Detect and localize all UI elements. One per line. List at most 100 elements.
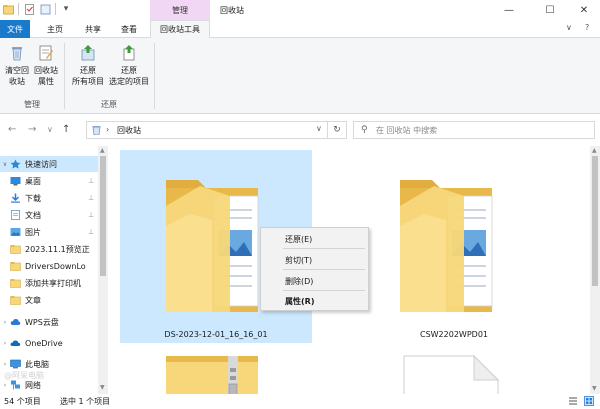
nav-pane-scrollbar[interactable] [98, 146, 108, 394]
nav-item-onedrive[interactable]: › OneDrive [0, 335, 98, 351]
watermark: @阿呆电脑 [4, 371, 44, 380]
collapse-ribbon-button[interactable]: ∨ [566, 23, 572, 32]
search-input[interactable]: ⚲ 在 回收站 中搜索 [353, 121, 595, 139]
content-scrollbar[interactable] [590, 146, 600, 394]
tab-recycle-bin-tools[interactable]: 回收站工具 [150, 20, 210, 38]
scroll-up-arrow[interactable]: ▲ [100, 147, 105, 154]
folder-icon [10, 245, 21, 254]
expand-chevron[interactable]: › [0, 382, 10, 389]
file-item-file[interactable] [358, 346, 550, 394]
status-bar: 54 个项目 选中 1 个项目 [0, 394, 600, 409]
network-icon [11, 380, 20, 390]
window-title: 回收站 [220, 6, 244, 15]
scrollbar-thumb[interactable] [592, 156, 598, 286]
star-icon [10, 159, 21, 169]
tab-view[interactable]: 查看 [112, 20, 146, 38]
expand-chevron[interactable]: › [0, 319, 10, 326]
tab-file[interactable]: 文件 [0, 20, 30, 38]
pin-icon: ⊥ [88, 211, 95, 219]
expand-chevron[interactable]: › [0, 340, 10, 347]
ribbon-tabs: 文件 主页 共享 查看 回收站工具 ∨ ? [0, 20, 600, 38]
restore-all-label-1: 还原 [80, 66, 96, 75]
nav-item-documents[interactable]: 文档 ⊥ [0, 207, 98, 223]
recycle-bin-properties-label-2: 属性 [38, 77, 54, 86]
back-button[interactable]: ← [8, 124, 16, 135]
download-icon [11, 193, 20, 203]
new-folder-icon[interactable] [39, 3, 51, 15]
expand-chevron[interactable]: › [0, 361, 10, 368]
nav-item-folder[interactable]: 2023.11.1预览正 [0, 241, 98, 257]
breadcrumb-recycle-bin[interactable]: 回收站 [117, 125, 141, 136]
address-bar[interactable]: › 回收站 [86, 121, 347, 139]
restore-all-label-2: 所有项目 [72, 77, 104, 86]
close-button[interactable]: ✕ [566, 0, 600, 20]
context-tab-group-manage: 管理 [150, 0, 210, 20]
tab-home[interactable]: 主页 [38, 20, 72, 38]
nav-item-wps-cloud[interactable]: › WPS云盘 [0, 314, 98, 330]
zip-folder-icon [166, 356, 258, 394]
nav-item-folder[interactable]: DriversDownLo [0, 258, 98, 274]
nav-item-label: 2023.11.1预览正 [25, 244, 90, 254]
nav-item-folder[interactable]: 添加共享打印机 [0, 275, 98, 291]
file-item-csw-folder[interactable]: CSW2202WPD01 [358, 150, 550, 343]
address-row: ← → ∨ ↑ › 回收站 ∨ ↻ ⚲ 在 回收站 中搜索 [0, 114, 600, 146]
properties-icon [39, 45, 53, 61]
menu-item-restore[interactable]: 还原(E) [285, 234, 312, 245]
address-dropdown-button[interactable]: ∨ [316, 124, 322, 133]
forward-button[interactable]: → [28, 124, 36, 135]
menu-item-cut[interactable]: 剪切(T) [285, 255, 312, 266]
menu-item-delete[interactable]: 删除(D) [285, 276, 313, 287]
scroll-up-arrow[interactable]: ▲ [592, 147, 597, 154]
wps-cloud-icon [10, 318, 21, 325]
file-name: DS-2023-12-01_16_16_01 [164, 330, 268, 339]
group-label-manage: 管理 [24, 100, 40, 109]
pin-icon: ⊥ [88, 177, 95, 185]
maximize-button[interactable]: ☐ [532, 0, 568, 20]
help-button[interactable]: ? [585, 23, 589, 32]
nav-item-quick-access[interactable]: ∨ 快速访问 [0, 156, 98, 172]
folder-icon [10, 279, 21, 288]
nav-item-label: 快速访问 [25, 159, 57, 169]
breadcrumb-chevron[interactable]: › [106, 125, 109, 134]
file-item-zip[interactable] [120, 346, 312, 394]
search-placeholder: 在 回收站 中搜索 [376, 126, 438, 135]
nav-item-downloads[interactable]: 下载 ⊥ [0, 190, 98, 206]
customize-toolbar-dropdown[interactable]: ▾ [60, 3, 72, 15]
details-view-icon[interactable] [568, 396, 578, 406]
restore-all-icon [81, 45, 95, 61]
empty-recycle-bin-icon [12, 47, 22, 61]
nav-item-label: WPS云盘 [25, 317, 59, 327]
nav-item-label: DriversDownLo [25, 261, 86, 271]
toolbar-separator [18, 3, 19, 15]
scrollbar-thumb[interactable] [100, 156, 106, 276]
nav-item-desktop[interactable]: 桌面 ⊥ [0, 173, 98, 189]
context-menu: 还原(E) 剪切(T) 删除(D) 属性(R) [260, 227, 369, 311]
desktop-icon [10, 177, 21, 186]
recent-locations-button[interactable]: ∨ [47, 125, 53, 134]
expand-chevron[interactable]: ∨ [0, 161, 10, 168]
selected-count: 选中 1 个项目 [60, 397, 111, 406]
scroll-down-arrow[interactable]: ▼ [592, 385, 597, 392]
file-icon [403, 354, 500, 394]
tab-share[interactable]: 共享 [76, 20, 110, 38]
large-icons-view-icon[interactable] [584, 396, 594, 406]
recycle-bin-properties-button[interactable]: 回收站 属性 [33, 44, 59, 87]
nav-item-pictures[interactable]: 图片 ⊥ [0, 224, 98, 240]
nav-item-label: 此电脑 [25, 359, 49, 369]
nav-item-folder[interactable]: 文章 [0, 292, 98, 308]
restore-selected-button[interactable]: 还原 选定的项目 [106, 44, 152, 87]
restore-all-button[interactable]: 还原 所有项目 [68, 44, 108, 87]
nav-item-label: 文档 [25, 210, 41, 220]
nav-item-label: 桌面 [25, 176, 41, 186]
properties-icon[interactable] [23, 3, 35, 15]
menu-item-properties[interactable]: 属性(R) [285, 296, 314, 307]
refresh-button[interactable]: ↻ [327, 121, 347, 139]
empty-recycle-bin-button[interactable]: 清空回 收站 [4, 44, 30, 87]
documents-icon [11, 210, 20, 220]
app-icon[interactable] [2, 3, 14, 15]
pin-icon: ⊥ [88, 228, 95, 236]
up-button[interactable]: ↑ [62, 124, 70, 135]
item-count: 54 个项目 [4, 397, 41, 406]
scroll-down-arrow[interactable]: ▼ [100, 384, 105, 391]
minimize-button[interactable]: — [491, 0, 527, 20]
